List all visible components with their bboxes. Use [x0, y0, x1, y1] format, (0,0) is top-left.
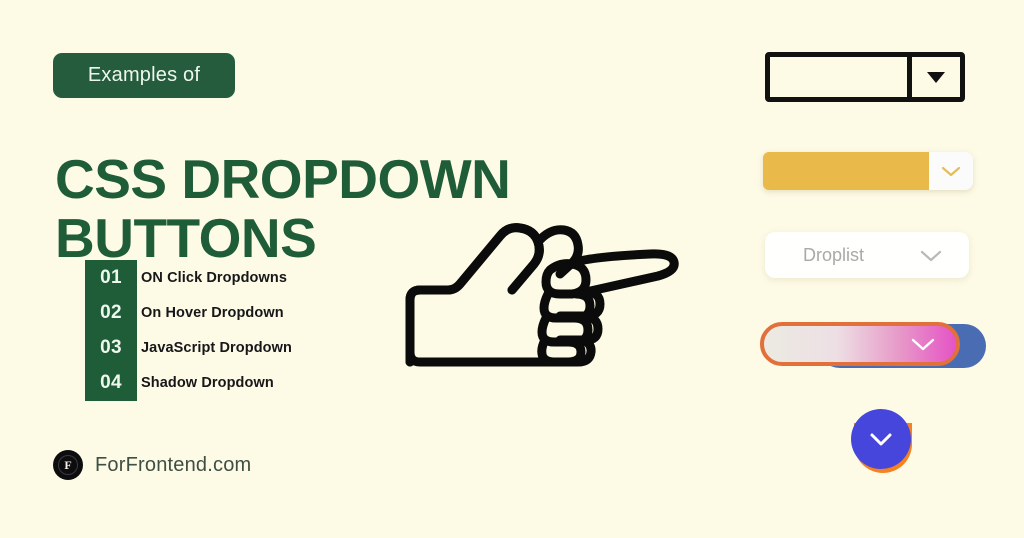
list-item-number: 03: [100, 337, 122, 359]
gold-bar-dropdown[interactable]: [763, 152, 973, 190]
triangle-down-icon: [927, 71, 945, 83]
poster-canvas: Examples of CSS DROPDOWN BUTTONS 01 ON C…: [0, 0, 1024, 538]
brand-footer: F ForFrontend.com: [53, 450, 251, 480]
list-item-label: On Hover Dropdown: [141, 304, 284, 321]
list-item: 04 Shadow Dropdown: [85, 366, 345, 401]
list-item-number: 04: [100, 372, 122, 394]
gradient-pill-dropdown[interactable]: [760, 322, 988, 368]
chevron-down-icon: [941, 166, 961, 177]
chevron-down-icon: [911, 338, 935, 351]
examples-of-badge: Examples of: [53, 53, 235, 98]
chevron-down-icon: [920, 250, 942, 261]
classic-outlined-select[interactable]: [765, 52, 965, 102]
brand-name: ForFrontend.com: [95, 453, 252, 476]
list-item: 02 On Hover Dropdown: [85, 295, 345, 330]
topic-list: 01 ON Click Dropdowns 02 On Hover Dropdo…: [85, 260, 345, 401]
select-arrow-button[interactable]: [907, 57, 960, 97]
pointing-hand-icon: [400, 212, 685, 377]
list-item-label: ON Click Dropdowns: [141, 269, 288, 286]
circle-button-surface[interactable]: [851, 409, 911, 469]
list-item-label: JavaScript Dropdown: [141, 340, 292, 357]
chevron-down-icon: [870, 433, 892, 446]
list-item: 03 JavaScript Dropdown: [85, 331, 345, 366]
page-title-line-1: CSS DROPDOWN: [55, 147, 511, 210]
list-item-number: 01: [100, 266, 122, 288]
list-item-label: Shadow Dropdown: [141, 375, 274, 392]
forfrontend-logo-icon: F: [53, 450, 83, 480]
badge-label: Examples of: [87, 64, 201, 86]
circular-dropdown-button[interactable]: [851, 409, 915, 473]
list-item-number: 02: [100, 301, 122, 323]
gradient-pill-surface[interactable]: [760, 322, 960, 366]
select-value[interactable]: [770, 57, 907, 97]
brand-mark-glyph: F: [64, 458, 72, 472]
gold-bar-arrow-button[interactable]: [929, 152, 973, 190]
gold-bar-value[interactable]: [763, 152, 929, 190]
droplist-dropdown[interactable]: Droplist: [765, 232, 969, 278]
list-item: 01 ON Click Dropdowns: [85, 260, 345, 295]
droplist-value: Droplist: [803, 244, 865, 265]
